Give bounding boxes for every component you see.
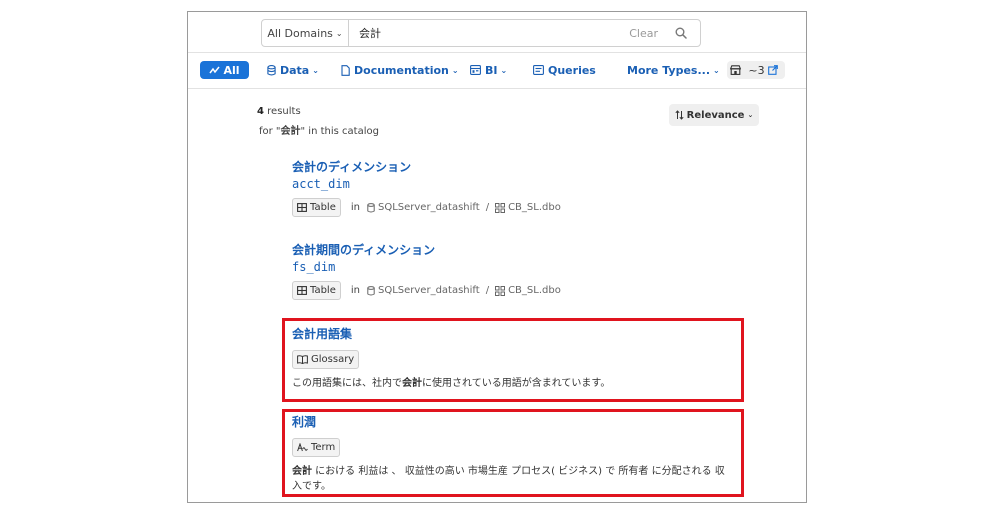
schema-link[interactable]: CB_SL.dbo [495, 202, 561, 213]
result-item: 利潤 Term 会計 における 利益は 、 収益性の高い 市場生産 プロセス( … [292, 413, 732, 494]
description-text: における 利益は 、 収益性の高い 市場生産 プロセス( ビジネス) で 所有者… [292, 466, 725, 492]
tab-all-label: All [223, 63, 240, 77]
result-description: 会計 における 利益は 、 収益性の高い 市場生産 プロセス( ビジネス) で … [292, 464, 732, 494]
trend-icon [209, 66, 221, 73]
type-badge-label: Term [311, 442, 336, 453]
description-text: に使用されている用語が含まれています。 [422, 378, 611, 389]
external-link-icon [767, 65, 778, 75]
external-sources-button[interactable]: ~3 [727, 61, 785, 79]
database-name: SQLServer_datashift [377, 202, 480, 213]
sort-icon [675, 110, 684, 120]
tab-documentation-label: Documentation [354, 63, 449, 77]
result-title[interactable]: 会計期間のディメンション [292, 241, 561, 258]
schema-icon [495, 202, 506, 213]
results-query-line: for "会計" in this catalog [259, 122, 379, 137]
divider [188, 88, 806, 89]
type-filter-bar: All Data ⌄ Documentation ⌄ BI ⌄ Queries … [188, 57, 806, 83]
results-for-prefix: for " [259, 126, 281, 137]
tab-queries[interactable]: Queries [533, 61, 596, 79]
database-name: SQLServer_datashift [377, 285, 480, 296]
tab-all[interactable]: All [200, 61, 249, 79]
search-icon[interactable] [672, 24, 690, 42]
book-icon [297, 355, 308, 364]
result-title[interactable]: 会計用語集 [292, 325, 732, 342]
path-separator: / [485, 285, 490, 296]
result-title[interactable]: 利潤 [292, 413, 732, 430]
result-description: この用語集には、社内で会計に使用されている用語が含まれています。 [292, 376, 732, 391]
description-match: 会計 [402, 378, 422, 389]
result-meta: Term [292, 438, 732, 457]
tab-bi-label: BI [485, 63, 498, 77]
type-badge-label: Table [310, 285, 336, 296]
database-icon [367, 285, 375, 295]
term-icon [297, 443, 308, 452]
result-meta: Table in SQLServer_datashift / CB_SL.dbo [292, 281, 561, 300]
tab-bi[interactable]: BI ⌄ [470, 61, 507, 79]
tab-documentation[interactable]: Documentation ⌄ [341, 61, 459, 79]
description-match: 会計 [292, 466, 312, 477]
schema-name: CB_SL.dbo [508, 285, 561, 296]
document-icon [341, 64, 350, 76]
schema-name: CB_SL.dbo [508, 202, 561, 213]
schema-link[interactable]: CB_SL.dbo [495, 285, 561, 296]
sort-label: Relevance [686, 109, 745, 121]
type-badge: Table [292, 198, 341, 217]
clear-button[interactable]: Clear [629, 27, 658, 40]
database-link[interactable]: SQLServer_datashift [367, 285, 480, 296]
results-count: 4 results [257, 106, 301, 117]
chevron-down-icon: ⌄ [451, 65, 459, 75]
sort-dropdown[interactable]: Relevance ⌄ [669, 104, 759, 126]
domain-select[interactable]: All Domains ⌄ [262, 20, 349, 46]
type-badge: Table [292, 281, 341, 300]
result-item: 会計用語集 Glossary この用語集には、社内で会計に使用されている用語が含… [292, 325, 732, 391]
result-meta: Glossary [292, 350, 732, 369]
type-badge-label: Glossary [311, 354, 355, 365]
result-subtitle: fs_dim [292, 260, 336, 274]
chevron-down-icon: ⌄ [335, 28, 343, 38]
in-label: in [350, 202, 360, 213]
tab-more-types-label: More Types... [627, 63, 711, 77]
divider [188, 52, 806, 53]
result-title[interactable]: 会計のディメンション [292, 158, 561, 175]
result-meta: Table in SQLServer_datashift / CB_SL.dbo [292, 198, 561, 217]
tab-data[interactable]: Data ⌄ [267, 61, 319, 79]
catalog-search-panel: All Domains ⌄ Clear All Data ⌄ Documenta… [187, 11, 807, 503]
chevron-down-icon: ⌄ [500, 65, 508, 75]
search-input[interactable] [349, 20, 630, 46]
chevron-down-icon: ⌄ [312, 65, 319, 75]
tab-more-types[interactable]: More Types... ⌄ [627, 61, 720, 79]
results-count-number: 4 [257, 106, 264, 117]
path-separator: / [485, 202, 490, 213]
chevron-down-icon: ⌄ [713, 65, 720, 75]
database-link[interactable]: SQLServer_datashift [367, 202, 480, 213]
domain-select-label: All Domains [267, 26, 333, 40]
dashboard-icon [470, 65, 481, 75]
result-item: 会計のディメンション acct_dim Table in SQLServer_d… [292, 158, 561, 217]
results-for-suffix: " in this catalog [300, 126, 379, 137]
in-label: in [350, 285, 360, 296]
description-text: この用語集には、社内で [292, 378, 402, 389]
results-count-label: results [267, 106, 301, 117]
type-badge: Term [292, 438, 341, 457]
database-icon [267, 64, 276, 75]
schema-icon [495, 285, 506, 296]
chevron-down-icon: ⌄ [747, 111, 754, 119]
type-badge: Glossary [292, 350, 360, 369]
tab-data-label: Data [280, 63, 310, 77]
store-icon [730, 65, 742, 75]
results-query: 会計 [280, 126, 301, 137]
result-item: 会計期間のディメンション fs_dim Table in SQLServer_d… [292, 241, 561, 300]
external-count: ~3 [748, 63, 765, 77]
result-subtitle: acct_dim [292, 177, 350, 191]
table-icon [297, 286, 307, 295]
database-icon [367, 202, 375, 212]
query-icon [533, 65, 544, 75]
table-icon [297, 203, 307, 212]
tab-queries-label: Queries [548, 63, 596, 77]
search-bar: All Domains ⌄ Clear [261, 19, 701, 47]
type-badge-label: Table [310, 202, 336, 213]
